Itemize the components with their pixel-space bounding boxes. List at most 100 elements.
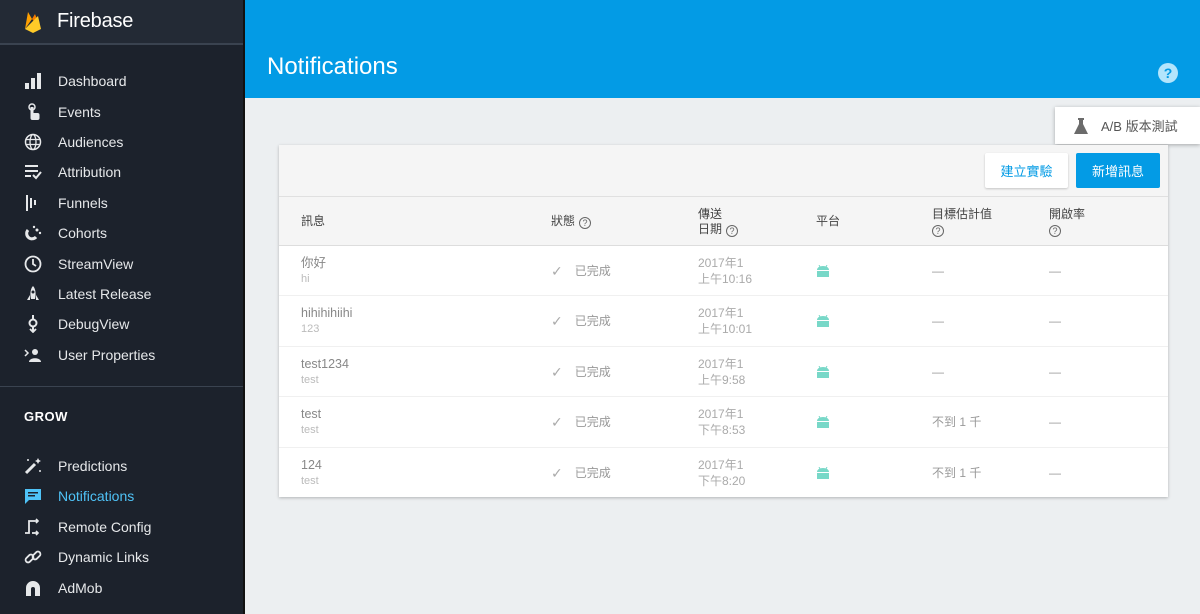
column-header-platform[interactable]: 平台 bbox=[816, 197, 840, 246]
check-icon: ✓ bbox=[551, 414, 563, 431]
android-icon bbox=[817, 416, 829, 429]
touch-icon bbox=[24, 102, 42, 121]
table-row[interactable]: test test ✓ 已完成 2017年1 下午8:53 不到 1 千 — bbox=[279, 397, 1168, 448]
column-header-status[interactable]: 狀態? bbox=[551, 197, 592, 246]
target-estimate: — bbox=[932, 364, 944, 379]
analytics-nav: Dashboard Events Audiences Attribution F… bbox=[0, 45, 243, 370]
help-circle-icon[interactable]: ? bbox=[579, 217, 592, 229]
check-icon: ✓ bbox=[551, 313, 563, 330]
send-time: 下午8:20 bbox=[698, 473, 746, 488]
check-icon: ✓ bbox=[551, 263, 563, 279]
message-subtitle: test bbox=[301, 373, 319, 386]
sidebar-item-label: Dashboard bbox=[58, 73, 127, 90]
bar-chart-icon bbox=[24, 72, 42, 90]
android-icon bbox=[817, 315, 829, 328]
message-title: test bbox=[301, 407, 322, 422]
clock-icon bbox=[24, 255, 42, 273]
column-header-open-rate[interactable]: 開啟率 ? bbox=[1049, 197, 1085, 246]
sidebar-item-label: Cohorts bbox=[58, 225, 108, 242]
target-estimate: — bbox=[932, 314, 944, 329]
check-icon: ✓ bbox=[551, 363, 563, 380]
table-row[interactable]: 124 test ✓ 已完成 2017年1 下午8:20 不到 1 千 — bbox=[279, 448, 1168, 498]
status-text: 已完成 bbox=[574, 465, 611, 480]
sidebar-item-admob[interactable]: AdMob bbox=[0, 572, 243, 602]
sidebar-item-label: Dynamic Links bbox=[58, 549, 150, 566]
notifications-card: 建立實驗 新增訊息 訊息 狀態? 傳送 日期? 平台 目標估計值 ? 開啟率 ?… bbox=[279, 145, 1168, 497]
link-icon bbox=[24, 548, 42, 566]
status-text: 已完成 bbox=[574, 314, 611, 329]
sidebar-item-funnels[interactable]: Funnels bbox=[0, 188, 243, 218]
column-header-message[interactable]: 訊息 bbox=[301, 197, 325, 246]
send-date: 2017年1 bbox=[698, 407, 744, 422]
sidebar-item-label: Audiences bbox=[58, 133, 124, 150]
table-header: 訊息 狀態? 傳送 日期? 平台 目標估計值 ? 開啟率 ? bbox=[279, 197, 1168, 246]
table-row[interactable]: 你好 hi ✓ 已完成 2017年1 上午10:16 — — bbox=[279, 246, 1168, 297]
magic-wand-icon bbox=[24, 457, 42, 475]
open-rate: — bbox=[1049, 264, 1061, 278]
sidebar-item-notifications[interactable]: Notifications bbox=[0, 481, 243, 511]
sidebar-item-latest-release[interactable]: Latest Release bbox=[0, 279, 243, 309]
send-date: 2017年1 bbox=[698, 306, 744, 321]
debug-icon bbox=[24, 315, 42, 334]
column-header-target[interactable]: 目標估計值 ? bbox=[932, 197, 992, 246]
target-estimate: 不到 1 千 bbox=[932, 415, 982, 430]
message-subtitle: test bbox=[301, 424, 319, 437]
help-circle-icon[interactable]: ? bbox=[726, 224, 739, 237]
sidebar-item-label: Latest Release bbox=[58, 285, 152, 302]
send-date: 2017年1 bbox=[698, 256, 744, 270]
sidebar-item-events[interactable]: Events bbox=[0, 96, 243, 126]
remote-config-icon bbox=[24, 518, 42, 536]
status-text: 已完成 bbox=[574, 364, 611, 379]
page-header: Notifications ? bbox=[245, 0, 1200, 98]
sidebar-item-label: Notifications bbox=[58, 488, 135, 505]
table-row[interactable]: test1234 test ✓ 已完成 2017年1 上午9:58 — — bbox=[279, 347, 1168, 398]
sidebar-item-cohorts[interactable]: Cohorts bbox=[0, 218, 243, 248]
sidebar-item-audiences[interactable]: Audiences bbox=[0, 127, 243, 157]
table-body: 你好 hi ✓ 已完成 2017年1 上午10:16 — — hihihihiihi 1… bbox=[279, 246, 1168, 498]
open-rate: — bbox=[1049, 364, 1061, 379]
help-icon[interactable]: ? bbox=[1158, 63, 1178, 83]
send-time: 上午10:01 bbox=[698, 322, 753, 337]
message-title: 124 bbox=[301, 457, 322, 472]
ab-testing-menu-item[interactable]: A/B 版本測試 bbox=[1055, 107, 1200, 144]
help-circle-icon[interactable]: ? bbox=[932, 224, 944, 237]
sidebar-item-label: Funnels bbox=[58, 194, 108, 211]
sidebar-item-label: StreamView bbox=[58, 255, 134, 272]
new-message-button[interactable]: 新增訊息 bbox=[1076, 153, 1160, 188]
sidebar-item-streamview[interactable]: StreamView bbox=[0, 248, 243, 278]
create-experiment-button[interactable]: 建立實驗 bbox=[985, 153, 1068, 188]
send-time: 上午9:58 bbox=[698, 372, 746, 387]
sidebar-item-predictions[interactable]: Predictions bbox=[0, 451, 243, 481]
target-estimate: 不到 1 千 bbox=[932, 465, 982, 480]
sidebar-item-label: User Properties bbox=[58, 346, 156, 363]
sidebar-item-label: Events bbox=[58, 103, 101, 120]
user-properties-icon bbox=[24, 346, 42, 364]
sidebar-item-dashboard[interactable]: Dashboard bbox=[0, 66, 243, 96]
sidebar-item-label: AdMob bbox=[58, 579, 103, 596]
table-row[interactable]: hihihihiihi 123 ✓ 已完成 2017年1 上午10:01 — — bbox=[279, 296, 1168, 347]
message-title: hihihihiihi bbox=[301, 306, 353, 321]
message-subtitle: 123 bbox=[301, 323, 320, 336]
open-rate: — bbox=[1049, 465, 1061, 480]
message-subtitle: hi bbox=[301, 273, 310, 285]
sidebar-item-label: DebugView bbox=[58, 316, 130, 333]
sidebar-item-debugview[interactable]: DebugView bbox=[0, 309, 243, 339]
send-date: 2017年1 bbox=[698, 356, 744, 371]
sidebar-item-user-properties[interactable]: User Properties bbox=[0, 340, 243, 370]
chat-icon bbox=[24, 487, 42, 505]
sidebar-item-dynamic-links[interactable]: Dynamic Links bbox=[0, 542, 243, 572]
column-header-date[interactable]: 傳送 日期? bbox=[698, 197, 739, 246]
firebase-logo-icon bbox=[25, 11, 41, 33]
ab-testing-label: A/B 版本測試 bbox=[1101, 119, 1178, 134]
rocket-icon bbox=[24, 285, 42, 303]
flask-icon bbox=[1074, 117, 1088, 134]
open-rate: — bbox=[1049, 415, 1061, 430]
target-estimate: — bbox=[932, 264, 944, 278]
sidebar-item-remote-config[interactable]: Remote Config bbox=[0, 512, 243, 542]
sidebar-item-attribution[interactable]: Attribution bbox=[0, 157, 243, 187]
sidebar-item-label: Remote Config bbox=[58, 518, 152, 535]
list-check-icon bbox=[24, 163, 42, 181]
help-circle-icon[interactable]: ? bbox=[1049, 224, 1061, 237]
brand[interactable]: Firebase bbox=[0, 0, 243, 45]
message-subtitle: test bbox=[301, 474, 319, 487]
